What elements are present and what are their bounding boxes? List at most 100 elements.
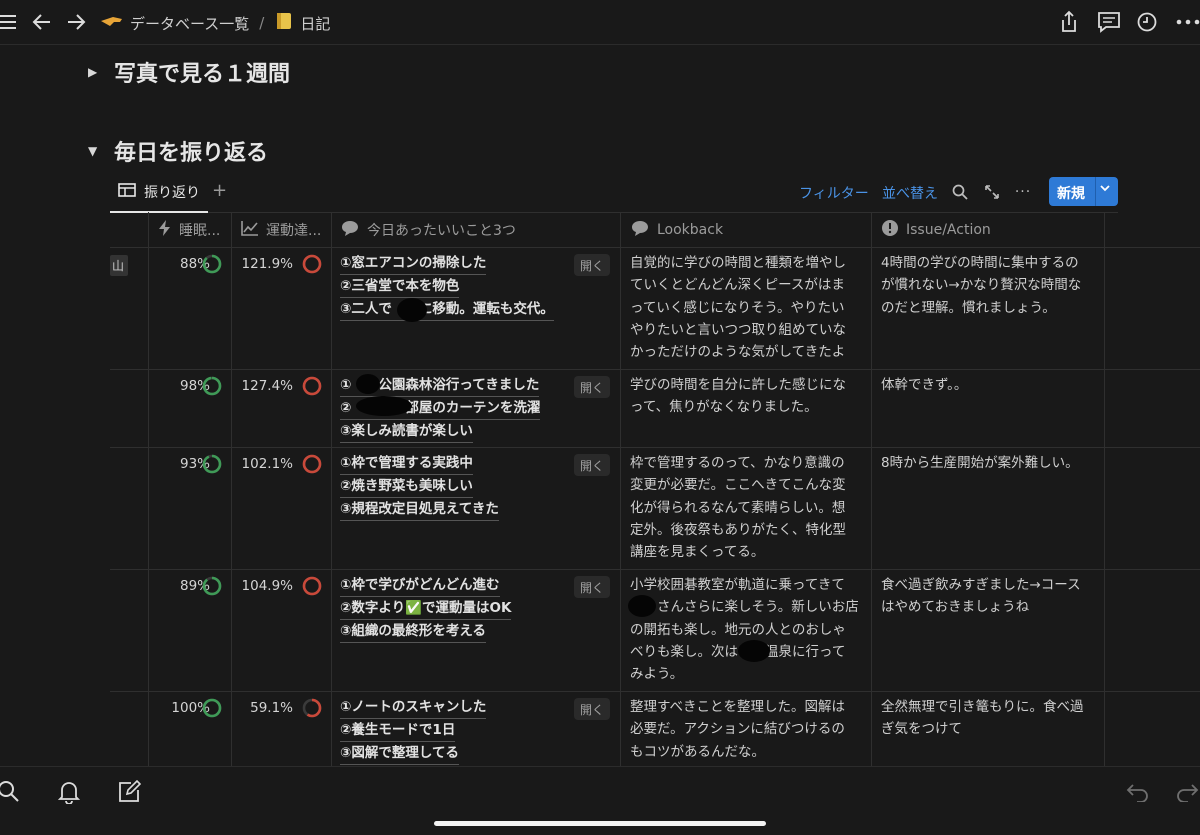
column-divider bbox=[148, 212, 149, 767]
issue-action-text: 全然無理で引き篭もりに。食べ過 ぎ気をつけて bbox=[881, 696, 1084, 741]
more-options-icon[interactable] bbox=[1176, 10, 1200, 34]
notifications-bell-icon[interactable] bbox=[56, 779, 82, 805]
speech-bubble-icon bbox=[340, 219, 360, 241]
lookback-line: さんさらに楽しそう。新しいお店 bbox=[630, 599, 859, 616]
table-row[interactable]: 100% 59.1% ①ノートのスキャンした ②養生モードで1日 ③図解で整理してる 開く… bbox=[110, 691, 1200, 772]
good-thing-item: ②数字より✅で運動量はOK bbox=[340, 597, 512, 620]
lookback-line: みよう。 bbox=[630, 666, 684, 683]
good-thing-text: ②養生モードで1日 bbox=[340, 719, 456, 742]
expand-icon[interactable] bbox=[982, 182, 1002, 202]
lookback-line: かっただけのような気がしてきたよ bbox=[630, 344, 846, 361]
column-divider bbox=[871, 212, 872, 767]
exercise-progress-ring bbox=[302, 454, 322, 474]
add-view-button[interactable]: + bbox=[212, 180, 227, 201]
column-sleep-label: 睡眠... bbox=[179, 222, 221, 239]
column-issue-action[interactable]: Issue/Action bbox=[881, 212, 991, 247]
open-button[interactable]: 開く bbox=[574, 698, 610, 720]
lightning-icon bbox=[158, 219, 172, 241]
sleep-percent: 98% bbox=[179, 378, 210, 394]
column-issue-action-label: Issue/Action bbox=[906, 221, 991, 238]
redaction-mark bbox=[397, 298, 427, 322]
column-sleep[interactable]: 睡眠... bbox=[158, 212, 220, 247]
lookback-text: 整理すべきことを整理した。図解は 必要だ。アクションに結びつけるの もコツがあるんだ… bbox=[630, 696, 845, 763]
table-row[interactable]: 93% 102.1% ①枠で管理する実践中 ②焼き野菜も美味しい ③規程改定目処見えてき… bbox=[110, 447, 1200, 570]
search-icon[interactable] bbox=[950, 182, 970, 202]
history-clock-icon[interactable] bbox=[1135, 10, 1159, 34]
issue-line: ぎ気をつけて bbox=[881, 721, 962, 738]
column-good-things-label: 今日あったいいこと3つ bbox=[367, 222, 516, 239]
good-things-cell: ①窓エアコンの掃除した ②三省堂で本を物色 ③二人で に移動。運転も交代。 bbox=[340, 252, 554, 321]
column-exercise[interactable]: 運動達... bbox=[241, 212, 321, 247]
lookback-line: ていくとどんどん深くピースがはま bbox=[630, 277, 845, 294]
good-thing-item: ③図解で整理してる bbox=[340, 742, 486, 765]
new-page-edit-icon[interactable] bbox=[116, 779, 142, 805]
chevron-down-icon[interactable] bbox=[1099, 182, 1111, 197]
good-thing-text: ①枠で学びがどんどん進む bbox=[340, 574, 500, 597]
table-header: 睡眠... 運動達... 今日あったいいこと3つ Lookback Issue/… bbox=[110, 212, 1200, 248]
exercise-progress-ring bbox=[302, 376, 322, 396]
sort-button[interactable]: 並べ替え bbox=[882, 183, 938, 203]
good-things-cell: ①ノートのスキャンした ②養生モードで1日 ③図解で整理してる bbox=[340, 696, 487, 765]
column-lookback[interactable]: Lookback bbox=[630, 212, 723, 247]
home-indicator bbox=[434, 821, 766, 826]
lookback-line: 小学校囲碁教室が軌道に乗ってきて bbox=[630, 577, 845, 593]
column-good-things[interactable]: 今日あったいいこと3つ bbox=[340, 212, 516, 247]
view-tab-review[interactable]: 振り返り bbox=[118, 182, 200, 202]
good-thing-text: ①ノートのスキャンした bbox=[340, 696, 487, 719]
lookback-line: 変更が必要だ。ここへきてこんな変 bbox=[630, 477, 846, 494]
open-button[interactable]: 開く bbox=[574, 576, 610, 598]
redo-icon[interactable] bbox=[1174, 779, 1200, 805]
row-tag: 山 bbox=[110, 255, 129, 276]
undo-icon[interactable] bbox=[1125, 779, 1151, 805]
issue-action-text: 体幹できず。。 bbox=[881, 374, 967, 396]
open-button[interactable]: 開く bbox=[574, 454, 610, 476]
table-row[interactable]: 98% 127.4% ① 公園森林浴行ってきました ② 部屋のカーテンを洗濯 ③楽しみ読… bbox=[110, 369, 1200, 448]
exercise-progress-ring bbox=[302, 254, 322, 274]
toggle-collapsed-icon[interactable]: ▶ bbox=[88, 65, 100, 79]
table-row[interactable]: 89% 104.9% ①枠で学びがどんどん進む ②数字より✅で運動量はOK ③組織の最終… bbox=[110, 569, 1200, 692]
menu-icon[interactable] bbox=[0, 10, 20, 34]
issue-action-text: 食べ過ぎ飲みすぎました→コース はやめておきましょうね bbox=[881, 574, 1081, 619]
back-arrow-icon[interactable] bbox=[30, 10, 54, 34]
comments-icon[interactable] bbox=[1097, 10, 1121, 34]
issue-line: が慣れない→かなり贅沢な時間な bbox=[881, 277, 1082, 294]
forward-arrow-icon[interactable] bbox=[64, 10, 88, 34]
issue-line: はやめておきましょうね bbox=[881, 599, 1030, 616]
breadcrumb-current[interactable]: 日記 bbox=[300, 13, 330, 34]
column-lookback-label: Lookback bbox=[657, 221, 724, 238]
column-divider bbox=[620, 212, 621, 767]
section-photo-week[interactable]: ▶ 写真で見る１週間 bbox=[88, 56, 290, 88]
lookback-text: 枠で管理するのって、かなり意識の 変更が必要だ。ここへきてこんな変 化が得られるなん… bbox=[630, 452, 846, 563]
trend-chart-icon bbox=[241, 220, 259, 240]
new-entry-button[interactable]: 新規 bbox=[1049, 177, 1118, 206]
section-daily-review[interactable]: ▼ 毎日を振り返る bbox=[88, 135, 268, 167]
good-thing-text: ①枠で管理する実践中 bbox=[340, 452, 473, 475]
more-view-options[interactable]: ··· bbox=[1013, 182, 1033, 202]
lookback-line: 講座を見まくってる。 bbox=[630, 544, 765, 561]
good-things-cell: ①枠で学びがどんどん進む ②数字より✅で運動量はOK ③組織の最終形を考える bbox=[340, 574, 512, 643]
notebook-icon bbox=[274, 11, 294, 35]
review-table: 睡眠... 運動達... 今日あったいいこと3つ Lookback Issue/… bbox=[110, 212, 1200, 772]
open-button[interactable]: 開く bbox=[574, 376, 610, 398]
good-thing-text: ③図解で整理してる bbox=[340, 742, 460, 765]
table-row[interactable]: 山 88% 121.9% ①窓エアコンの掃除した ②三省堂で本を物色 ③二人で に移動。運… bbox=[110, 247, 1200, 370]
search-icon[interactable] bbox=[0, 779, 22, 805]
good-thing-item: ③規程改定目処見えてきた bbox=[340, 498, 499, 521]
good-things-cell: ①枠で管理する実践中 ②焼き野菜も美味しい ③規程改定目処見えてきた bbox=[340, 452, 499, 521]
toggle-expanded-icon[interactable]: ▼ bbox=[88, 144, 100, 158]
lookback-line: もコツがあるんだな。 bbox=[630, 743, 765, 760]
lookback-line: って、焦りがなくなりました。 bbox=[630, 399, 818, 416]
lookback-text: 学びの時間を自分に許した感じにな って、焦りがなくなりました。 bbox=[630, 374, 846, 419]
redaction-mark bbox=[628, 595, 656, 617]
lookback-line: の開拓も楽し。地元の人とのおしゃ bbox=[630, 621, 846, 638]
filter-button[interactable]: フィルター bbox=[799, 183, 869, 203]
open-button[interactable]: 開く bbox=[574, 254, 610, 276]
lookback-line: 自覚的に学びの時間と種類を増やし bbox=[630, 255, 846, 271]
good-thing-text: ③規程改定目処見えてきた bbox=[340, 498, 499, 521]
section-title: 写真で見る１週間 bbox=[114, 62, 291, 87]
redaction-mark bbox=[356, 374, 380, 394]
share-icon[interactable] bbox=[1057, 10, 1081, 34]
issue-action-text: 4時間の学びの時間に集中するの が慣れない→かなり贅沢な時間な のだと理解。慣れまし… bbox=[881, 252, 1081, 319]
good-thing-item: ②養生モードで1日 bbox=[340, 719, 486, 742]
breadcrumb-parent[interactable]: データベース一覧 bbox=[130, 13, 249, 34]
